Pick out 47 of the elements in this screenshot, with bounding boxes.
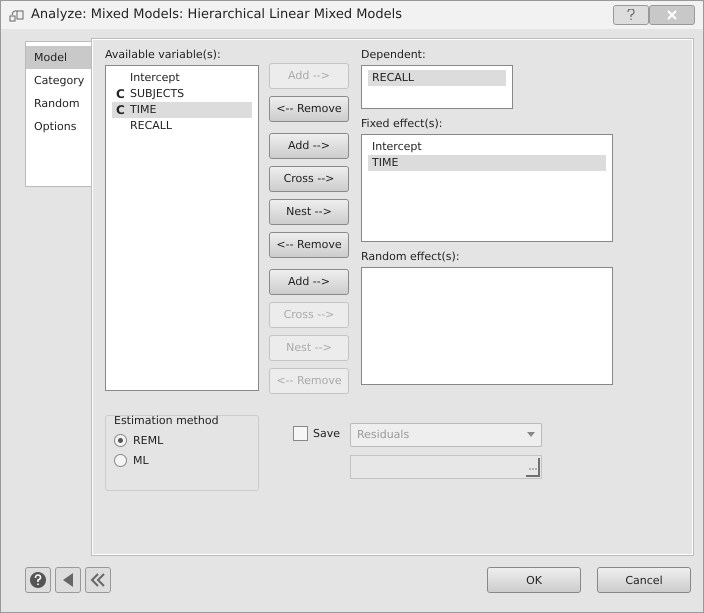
move-button[interactable]: <-- Remove	[269, 96, 349, 122]
list-item[interactable]: C TIME	[112, 102, 252, 118]
move-button[interactable]: Cross -->	[269, 166, 349, 192]
group-title: Estimation method	[114, 414, 219, 427]
move-button[interactable]: Nest -->	[269, 198, 349, 225]
dialog-button[interactable]: OK	[487, 567, 581, 594]
help-button[interactable]	[613, 4, 649, 25]
save-checkbox[interactable]: Save	[293, 422, 340, 445]
checkbox-icon[interactable]	[293, 426, 308, 442]
dialog-button[interactable]: Cancel	[597, 567, 691, 594]
sidebar-tab[interactable]: Random	[26, 92, 92, 115]
list-item[interactable]: C SUBJECTS	[112, 86, 252, 102]
double-chevron-icon	[90, 572, 106, 588]
dependent-list[interactable]: RECALL	[361, 64, 513, 109]
variable-list[interactable]: Intercept C SUBJECTS C TIME RECALL	[105, 64, 259, 391]
sidebar-tab[interactable]: Options	[26, 114, 92, 138]
list-item[interactable]: RECALL	[112, 118, 252, 134]
radio-option[interactable]: REML	[114, 430, 250, 451]
fixed-effects-list[interactable]: Intercept TIME	[361, 134, 613, 242]
list-item[interactable]: TIME	[368, 154, 606, 171]
list-label: Fixed effect(s):	[361, 116, 442, 130]
sidebar-tab[interactable]: Category	[26, 68, 92, 92]
rewind-button[interactable]	[85, 567, 111, 594]
back-button[interactable]	[55, 567, 81, 594]
radio-icon[interactable]	[114, 454, 127, 468]
list-item[interactable]: Intercept	[368, 138, 606, 155]
list-label: Available variable(s):	[105, 48, 221, 61]
dropdown-icon	[527, 432, 536, 438]
random-effects-list[interactable]	[361, 266, 613, 385]
question-icon	[29, 571, 47, 590]
radio-option[interactable]: ML	[114, 450, 250, 471]
window-title: Analyze: Mixed Models: Hierarchical Linear Mixed Models	[31, 7, 404, 22]
list-item[interactable]: RECALL	[368, 70, 506, 86]
question-icon	[627, 9, 635, 20]
help-button[interactable]	[25, 567, 51, 594]
move-button[interactable]: Add -->	[269, 132, 349, 159]
move-button[interactable]: Add -->	[269, 268, 349, 295]
close-icon	[667, 10, 677, 20]
triangle-left-icon	[61, 572, 75, 588]
move-button[interactable]: <-- Remove	[269, 232, 349, 258]
sidebar-tab[interactable]: Model	[26, 46, 92, 69]
list-label: Random effect(s):	[361, 250, 460, 263]
close-button[interactable]	[649, 4, 695, 25]
list-item[interactable]: Intercept	[112, 70, 252, 86]
radio-icon[interactable]	[114, 434, 127, 448]
window-icon	[9, 8, 25, 22]
list-label: Dependent:	[361, 48, 426, 61]
